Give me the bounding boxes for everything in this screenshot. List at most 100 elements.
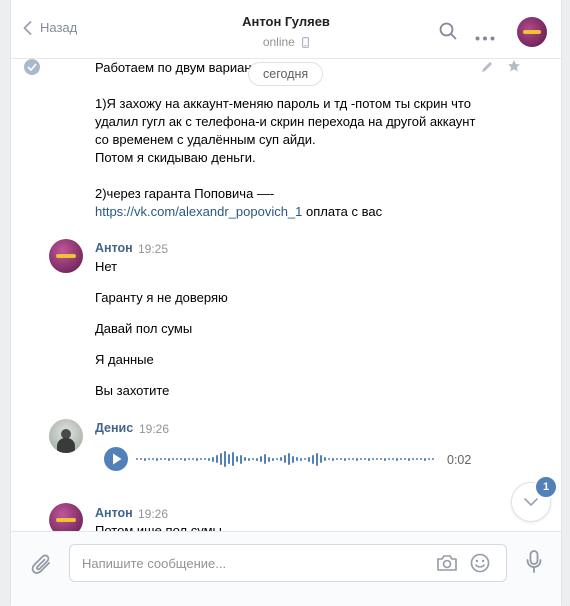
- waveform-bar: [352, 458, 354, 460]
- message-text: Я данные: [95, 352, 154, 367]
- waveform-bar: [208, 457, 210, 461]
- waveform-bar: [248, 457, 250, 461]
- message-author[interactable]: Денис: [95, 421, 133, 435]
- date-divider: сегодня: [248, 62, 324, 86]
- waveform-bar: [280, 457, 282, 461]
- waveform-bar: [308, 456, 310, 462]
- waveform-bar: [160, 458, 162, 460]
- mobile-icon: [302, 37, 310, 51]
- waveform-bar: [200, 458, 202, 460]
- message-composer: [11, 531, 561, 606]
- waveform-bar: [148, 458, 150, 460]
- message-feed[interactable]: сегодня Работаем по двум вариант 1)Я зах…: [11, 59, 561, 531]
- waveform-bar: [224, 451, 226, 467]
- message-line: [95, 167, 495, 185]
- microphone-icon[interactable]: [526, 550, 542, 577]
- voice-duration: 0:02: [447, 453, 472, 467]
- message-author[interactable]: Антон: [95, 241, 133, 255]
- avatar[interactable]: [49, 503, 83, 531]
- waveform-bar: [424, 457, 426, 461]
- waveform-bar: [244, 457, 246, 461]
- message-line: 1)Я захожу на аккаунт-меняю пароль и тд …: [95, 96, 471, 111]
- message-line: удалил гугл ак с телефона-и скрин перехо…: [95, 114, 476, 129]
- waveform-bar: [356, 457, 358, 461]
- waveform-bar: [428, 458, 430, 460]
- chat-avatar[interactable]: [517, 17, 547, 47]
- message-link[interactable]: https://vk.com/alexandr_popovich_1: [95, 204, 302, 219]
- waveform-bar: [144, 457, 146, 461]
- waveform-bar: [156, 457, 158, 461]
- waveform-bar: [212, 456, 214, 462]
- waveform-bar: [392, 458, 394, 460]
- waveform-bar: [196, 457, 198, 461]
- waveform-bar: [268, 456, 270, 462]
- waveform-bar: [400, 458, 402, 460]
- selected-check-icon[interactable]: [24, 59, 40, 75]
- waveform-bar: [296, 457, 298, 461]
- waveform-bar: [252, 458, 254, 460]
- waveform-bar: [312, 454, 314, 464]
- message-input[interactable]: [80, 553, 424, 573]
- waveform-bar: [416, 458, 418, 460]
- chat-title[interactable]: Антон Гуляев: [11, 14, 561, 29]
- waveform-bar: [136, 458, 138, 460]
- waveform-bar: [240, 454, 242, 464]
- chat-header: Назад Антон Гуляев online: [11, 0, 561, 59]
- waveform-bar: [432, 458, 434, 460]
- waveform-bar: [344, 457, 346, 461]
- waveform-bar: [364, 458, 366, 460]
- waveform-bar: [164, 458, 166, 460]
- waveform-bar: [228, 454, 230, 464]
- chevron-down-icon: [524, 498, 538, 506]
- waveform-bar: [216, 455, 218, 463]
- waveform-bar: [380, 458, 382, 460]
- play-icon: [113, 453, 122, 465]
- waveform-bar: [320, 455, 322, 463]
- unread-badge: 1: [534, 475, 558, 499]
- waveform-bar: [348, 458, 350, 460]
- more-icon[interactable]: [475, 29, 495, 44]
- star-icon[interactable]: [507, 59, 521, 76]
- emoji-icon[interactable]: [470, 553, 490, 576]
- message-text: Потом ище пол сумы: [95, 523, 222, 531]
- search-icon[interactable]: [439, 22, 457, 43]
- waveform-bar: [184, 457, 186, 461]
- waveform-bar: [408, 457, 410, 461]
- voice-waveform[interactable]: [136, 449, 436, 469]
- waveform-bar: [284, 455, 286, 463]
- waveform-bar: [420, 458, 422, 460]
- waveform-bar: [336, 458, 338, 460]
- message-line: Потом я скидываю деньги.: [95, 150, 256, 165]
- waveform-bar: [168, 457, 170, 461]
- message-line: https://vk.com/alexandr_popovich_1 оплат…: [95, 203, 495, 221]
- waveform-bar: [180, 458, 182, 460]
- waveform-bar: [140, 458, 142, 460]
- waveform-bar: [288, 453, 290, 465]
- waveform-bar: [360, 458, 362, 460]
- message-input-box[interactable]: [69, 544, 507, 582]
- play-button[interactable]: [104, 447, 128, 471]
- waveform-bar: [220, 453, 222, 465]
- waveform-bar: [328, 458, 330, 460]
- waveform-bar: [332, 457, 334, 461]
- waveform-bar: [192, 458, 194, 460]
- waveform-bar: [204, 458, 206, 460]
- waveform-bar: [264, 454, 266, 464]
- status-text: online: [262, 35, 295, 49]
- waveform-bar: [236, 456, 238, 462]
- paperclip-icon[interactable]: [31, 552, 53, 579]
- avatar[interactable]: [49, 419, 83, 453]
- waveform-bar: [384, 457, 386, 461]
- camera-icon[interactable]: [436, 554, 458, 575]
- waveform-bar: [172, 458, 174, 460]
- message-author[interactable]: Антон: [95, 506, 133, 520]
- message-line: со временем с удалённым суп айди.: [95, 132, 316, 147]
- waveform-bar: [376, 458, 378, 460]
- message-text: Вы захотите: [95, 383, 170, 398]
- avatar[interactable]: [49, 239, 83, 273]
- waveform-bar: [316, 452, 318, 466]
- waveform-bar: [340, 458, 342, 460]
- waveform-bar: [276, 458, 278, 460]
- chat-window: Назад Антон Гуляев online сегодня Работа…: [10, 0, 562, 606]
- waveform-bar: [300, 457, 302, 461]
